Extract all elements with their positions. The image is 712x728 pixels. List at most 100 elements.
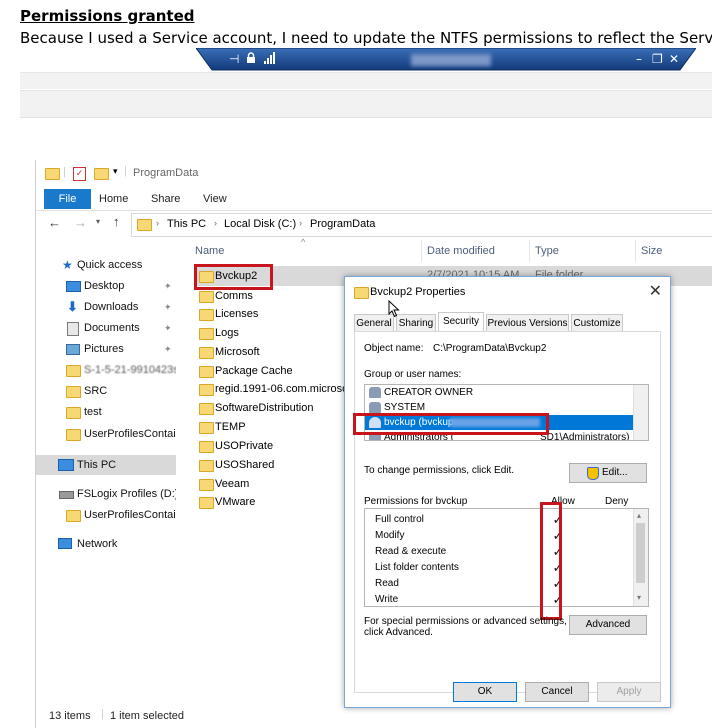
pin-icon[interactable]: ✦ xyxy=(164,323,172,333)
column-divider[interactable] xyxy=(635,240,636,262)
toolbar-strip-2 xyxy=(20,90,712,118)
column-type[interactable]: Type xyxy=(535,245,559,257)
scroll-down-icon[interactable]: ▾ xyxy=(637,593,641,602)
folder-icon xyxy=(199,460,214,472)
status-separator: | xyxy=(101,708,104,720)
group-label: Group or user names: xyxy=(364,369,462,380)
tab-view[interactable]: View xyxy=(203,193,227,205)
security-panel: Object name: C:\ProgramData\Bvckup2 Grou… xyxy=(353,331,661,693)
scroll-up-icon[interactable]: ▴ xyxy=(637,511,641,520)
special-permissions-text-1: For special permissions or advanced sett… xyxy=(364,616,567,627)
highlight-box-bvckup-user xyxy=(353,413,549,435)
explorer-title-bar: | ✓ ▾ | ProgramData xyxy=(36,160,712,186)
close-icon[interactable]: ✕ xyxy=(669,52,679,66)
cancel-button[interactable]: Cancel xyxy=(525,682,589,702)
tab-file[interactable]: File xyxy=(44,189,91,209)
folder-icon xyxy=(66,386,81,398)
perm-write: Write xyxy=(375,594,399,605)
properties-dialog: Bvckup2 Properties ✕ General Sharing Sec… xyxy=(344,276,671,708)
pin-icon[interactable]: ✦ xyxy=(164,344,172,354)
deny-header: Deny xyxy=(605,496,629,507)
nav-src[interactable]: SRC xyxy=(36,381,176,401)
mouse-cursor-icon xyxy=(388,299,400,322)
document-title: Permissions granted xyxy=(20,7,195,25)
pin-icon[interactable]: ✦ xyxy=(164,302,172,312)
user-list-scrollbar[interactable] xyxy=(633,385,648,440)
title-separator-2: | xyxy=(124,165,127,177)
breadcrumb-programdata[interactable]: ProgramData xyxy=(310,218,375,230)
column-divider[interactable] xyxy=(529,240,530,262)
close-icon[interactable]: ✕ xyxy=(649,281,662,301)
pin-icon[interactable]: ⊣ xyxy=(229,52,239,66)
nav-userprofiles[interactable]: UserProfilesContain xyxy=(36,424,176,444)
highlight-box-bvckup2 xyxy=(194,264,273,290)
highlight-box-allow-column xyxy=(540,502,562,620)
nav-test[interactable]: test xyxy=(36,402,176,422)
folder-icon xyxy=(66,407,81,419)
back-arrow-icon[interactable]: ← xyxy=(48,215,61,230)
star-icon: ★ xyxy=(62,258,73,272)
pictures-icon xyxy=(66,344,80,355)
folder-icon xyxy=(199,441,214,453)
title-separator: | xyxy=(63,166,66,178)
nav-fslogix-drive[interactable]: FSLogix Profiles (D:) xyxy=(36,484,176,504)
ok-button[interactable]: OK xyxy=(453,682,517,702)
folder-icon xyxy=(66,365,81,377)
nav-downloads[interactable]: ⬇ Downloads ✦ xyxy=(36,297,176,317)
breadcrumb-chevron-icon: › xyxy=(299,218,302,228)
restore-icon[interactable]: ❐ xyxy=(652,52,663,66)
nav-this-pc[interactable]: This PC xyxy=(36,455,176,475)
column-name[interactable]: Name xyxy=(195,245,224,257)
status-bar: 13 items | 1 item selected xyxy=(36,708,712,728)
folder-icon xyxy=(66,429,81,441)
nav-network[interactable]: Network xyxy=(36,534,176,554)
nav-userprofiles-d[interactable]: UserProfilesContain xyxy=(36,505,176,525)
column-size[interactable]: Size xyxy=(641,245,662,257)
redacted-host-name xyxy=(411,54,491,66)
documents-icon xyxy=(67,322,79,336)
recent-dropdown-icon[interactable]: ▾ xyxy=(96,217,100,226)
advanced-button[interactable]: Advanced xyxy=(569,615,647,635)
folder-icon xyxy=(354,287,369,299)
permissions-table: Full control ✓ Modify ✓ Read & execute ✓… xyxy=(364,508,649,607)
minimize-icon[interactable]: – xyxy=(636,52,642,66)
permissions-scrollbar[interactable]: ▴ ▾ xyxy=(633,509,648,606)
shield-icon xyxy=(587,467,599,480)
special-permissions-text-2: click Advanced. xyxy=(364,627,433,638)
column-date-modified[interactable]: Date modified xyxy=(427,245,495,257)
nav-quick-access[interactable]: ★ Quick access xyxy=(36,255,176,275)
column-divider[interactable] xyxy=(421,240,422,262)
dialog-title: Bvckup2 Properties xyxy=(370,286,466,298)
new-folder-icon[interactable] xyxy=(94,168,109,180)
object-name-value: C:\ProgramData\Bvckup2 xyxy=(433,343,547,354)
address-bar[interactable]: › This PC › Local Disk (C:) › ProgramDat… xyxy=(131,213,712,237)
apply-button[interactable]: Apply xyxy=(597,682,661,702)
nav-desktop[interactable]: Desktop ✦ xyxy=(36,276,176,296)
folder-icon xyxy=(199,347,214,359)
forward-arrow-icon[interactable]: → xyxy=(74,215,87,230)
edit-button[interactable]: Edit... xyxy=(569,463,647,483)
tab-home[interactable]: Home xyxy=(99,193,128,205)
nav-sid-folder[interactable]: S-1-5-21-9910423s- xyxy=(36,360,176,380)
tab-share[interactable]: Share xyxy=(151,193,180,205)
properties-icon[interactable]: ✓ xyxy=(73,167,86,181)
up-arrow-icon[interactable]: ↑ xyxy=(113,214,120,229)
pin-icon[interactable]: ✦ xyxy=(164,281,172,291)
drive-icon xyxy=(59,491,74,499)
computer-icon xyxy=(58,459,74,471)
folder-icon xyxy=(199,366,214,378)
nav-documents[interactable]: Documents ✦ xyxy=(36,318,176,338)
window-title: ProgramData xyxy=(133,167,199,179)
perm-full-control: Full control xyxy=(375,514,424,525)
scroll-thumb[interactable] xyxy=(636,523,645,583)
breadcrumb-this-pc[interactable]: This PC xyxy=(167,218,206,230)
user-creator-owner[interactable]: CREATOR OWNER xyxy=(365,385,633,400)
breadcrumb-local-disk[interactable]: Local Disk (C:) xyxy=(224,218,296,230)
desktop-icon xyxy=(66,281,81,292)
folder-icon xyxy=(199,328,214,340)
nav-pictures[interactable]: Pictures ✦ xyxy=(36,339,176,359)
tab-security[interactable]: Security xyxy=(438,312,484,333)
quick-access-dropdown-icon[interactable]: ▾ xyxy=(113,166,118,177)
users-icon xyxy=(369,387,381,398)
folder-icon xyxy=(199,497,214,509)
